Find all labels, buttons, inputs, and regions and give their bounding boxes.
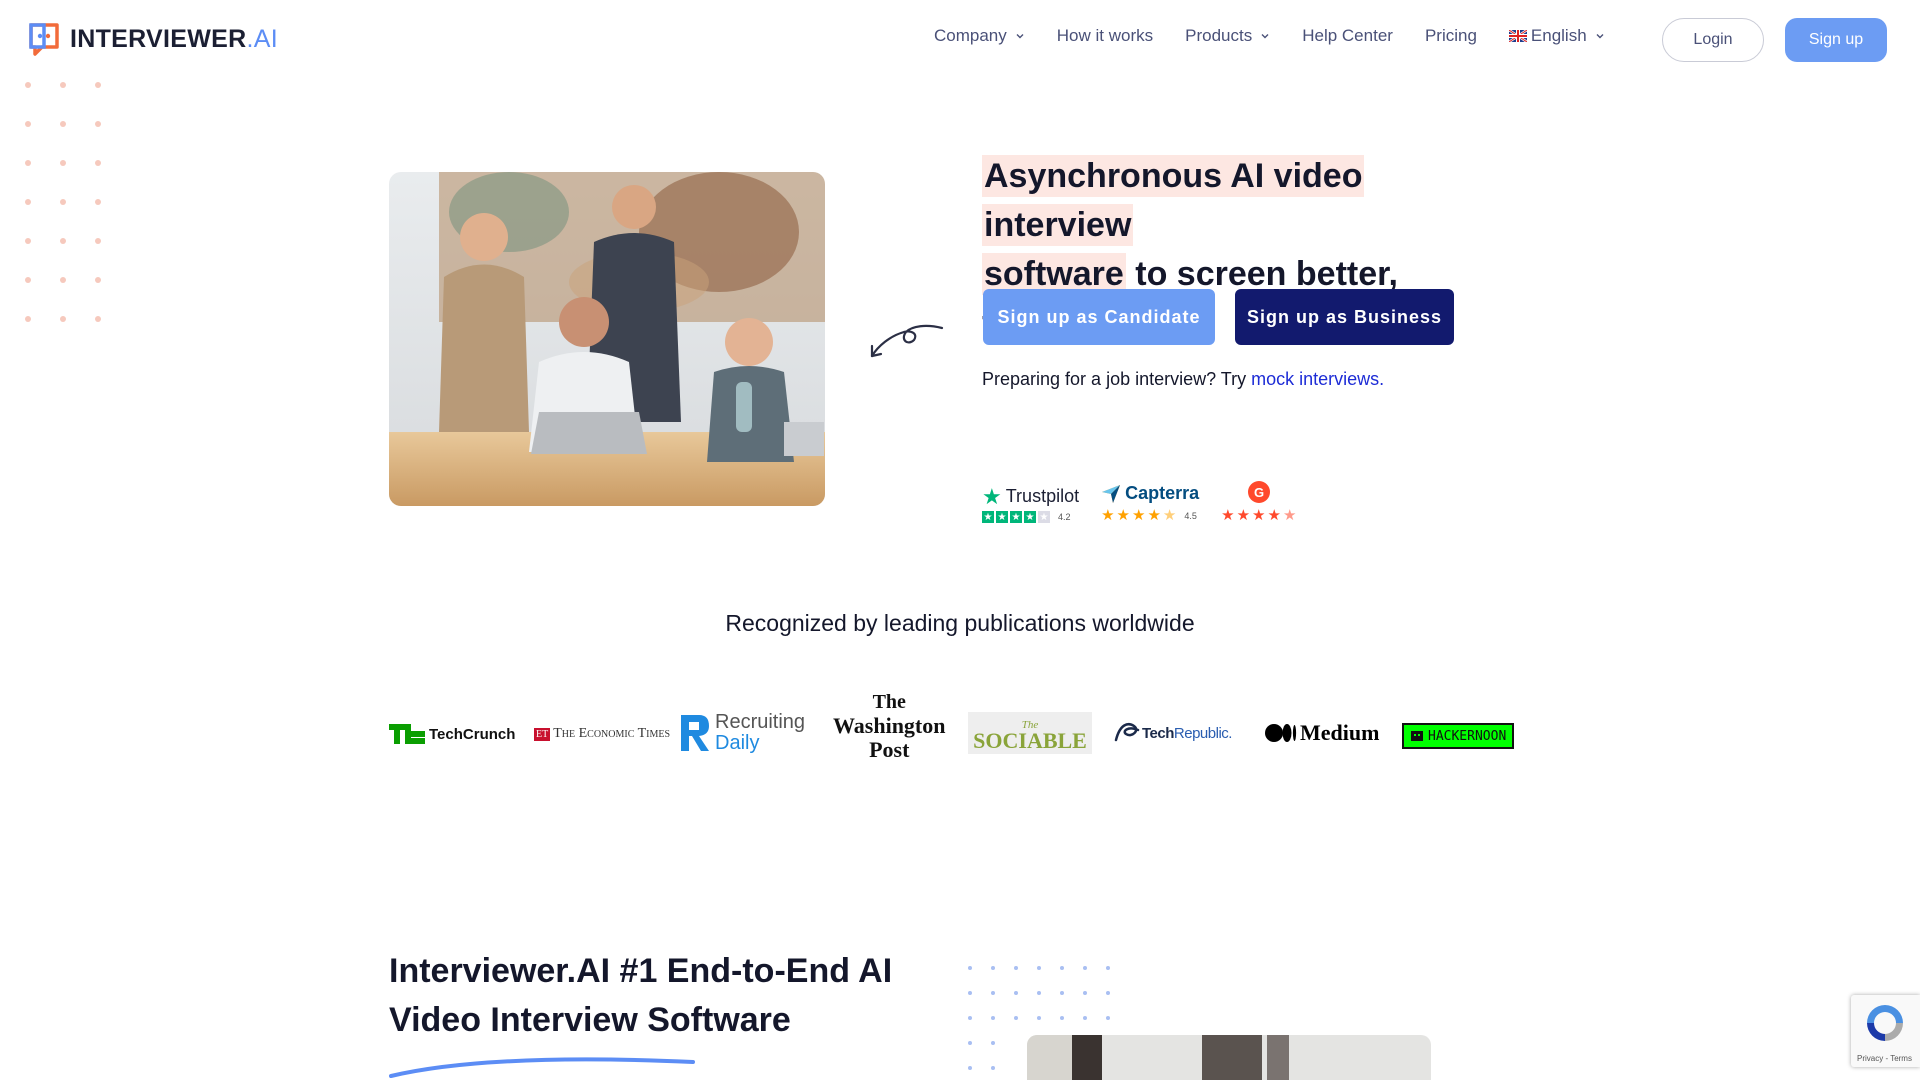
g2-logo-icon: G [1247, 481, 1270, 503]
capterra-arrow-icon [1102, 484, 1121, 503]
recruiting-daily-line2: Daily [715, 732, 760, 754]
sociable-line2: SOCIABLE [973, 728, 1087, 753]
signup-button[interactable]: Sign up [1785, 18, 1887, 62]
section2-photo [1027, 1035, 1431, 1080]
publications-heading: Recognized by leading publications world… [725, 610, 1195, 636]
recruiting-daily-logo[interactable]: Recruiting Daily [679, 712, 805, 754]
trustpilot-rating[interactable]: ★ Trustpilot ★ ★ ★ ★ ★ 4.2 [982, 486, 1079, 523]
capterra-score: 4.5 [1184, 510, 1197, 521]
techcrunch-mark-icon [389, 724, 425, 744]
nav-help-center-label: Help Center [1302, 26, 1393, 45]
trustpilot-score: 4.2 [1058, 512, 1071, 522]
washington-post-logo[interactable]: The Washington Post [833, 690, 946, 762]
uk-flag-icon [1508, 30, 1527, 42]
mock-interviews-link[interactable]: mock interviews. [1251, 369, 1384, 389]
arrow-doodle-icon [870, 324, 944, 358]
recaptcha-links[interactable]: Privacy - Terms [1857, 1054, 1912, 1063]
section2-photo-illustration [1027, 1035, 1431, 1080]
techrepublic-swirl-icon [1114, 723, 1140, 742]
mock-interview-prompt: Preparing for a job interview? Try mock … [982, 369, 1384, 390]
chevron-down-icon [1261, 34, 1269, 39]
svg-text:G: G [1254, 485, 1264, 500]
nav-products-label: Products [1185, 26, 1253, 45]
wapo-line2: Washington [833, 713, 946, 738]
section2-title: Interviewer.AI #1 End-to-End AI Video In… [389, 952, 893, 1039]
title-underline-swoosh [389, 1057, 695, 1078]
recruiting-daily-mark-icon [681, 715, 709, 751]
g2-rating[interactable]: G ★ ★ ★ ★ ★ [1221, 480, 1296, 523]
brand-name: INTERVIEWER.AI [70, 24, 278, 53]
medium-name: Medium [1300, 720, 1380, 745]
techrepublic-part2: Republic. [1173, 724, 1233, 742]
trustpilot-star-icon: ★ [982, 484, 1002, 509]
hackernoon-name: HACKERNOON [1428, 728, 1507, 744]
hackernoon-logo[interactable]: HACKERNOON [1402, 723, 1515, 749]
recaptcha-icon [1867, 1005, 1903, 1041]
chevron-down-icon [1016, 34, 1024, 39]
economic-times-logo[interactable]: ET The Economic Times [534, 726, 670, 742]
language-selector[interactable]: English [1508, 26, 1605, 46]
signup-business-button[interactable]: Sign up as Business [1235, 289, 1454, 345]
wapo-line1: The [872, 691, 906, 713]
economic-times-mark: ET [534, 727, 551, 741]
recruiting-daily-line1: Recruiting [715, 711, 806, 733]
the-sociable-logo[interactable]: The SOCIABLE [968, 712, 1092, 754]
trustpilot-stars: ★ ★ ★ ★ ★ 4.2 [982, 511, 1071, 523]
capterra-name: Capterra [1125, 483, 1200, 503]
recaptcha-badge[interactable]: Privacy - Terms [1851, 995, 1920, 1067]
nav-pricing[interactable]: Pricing [1425, 26, 1477, 46]
capterra-rating[interactable]: Capterra ★ ★ ★ ★ ★ 4.5 [1101, 483, 1199, 523]
capterra-stars: ★ ★ ★ ★ ★ 4.5 [1101, 507, 1197, 524]
nav-products[interactable]: Products [1185, 26, 1270, 46]
trustpilot-name: Trustpilot [1005, 486, 1080, 506]
nav-company[interactable]: Company [934, 26, 1025, 46]
language-label: English [1530, 26, 1587, 45]
economic-times-name: The Economic Times [553, 726, 671, 741]
brand-logo[interactable]: INTERVIEWER.AI [28, 22, 278, 56]
hero-team-photo [389, 172, 825, 506]
ratings-row: ★ Trustpilot ★ ★ ★ ★ ★ 4.2 Capterra ★ ★ ★ ★ ★ 4.… [982, 480, 1296, 523]
techcrunch-name: TechCrunch [429, 725, 516, 743]
nav-help-center[interactable]: Help Center [1302, 26, 1393, 46]
nav-company-label: Company [934, 26, 1007, 45]
medium-dots-icon [1265, 724, 1297, 742]
techcrunch-logo[interactable]: TechCrunch [389, 724, 515, 744]
mock-prefix: Preparing for a job interview? Try [982, 369, 1252, 389]
main-nav: Company How it works Products Help Cente… [934, 26, 1637, 46]
medium-logo[interactable]: Medium [1265, 720, 1379, 746]
wapo-line3: Post [869, 737, 910, 762]
g2-stars: ★ ★ ★ ★ ★ [1221, 507, 1297, 524]
nav-how-it-works-label: How it works [1056, 26, 1154, 45]
hackernoon-robot-icon [1411, 731, 1423, 741]
nav-how-it-works[interactable]: How it works [1057, 26, 1153, 46]
signup-candidate-button[interactable]: Sign up as Candidate [983, 289, 1215, 345]
techrepublic-logo[interactable]: Tech Republic. [1114, 720, 1232, 746]
techrepublic-part1: Tech [1142, 724, 1174, 742]
team-photo-illustration [389, 172, 825, 506]
logo-chat-icon [29, 23, 59, 56]
nav-pricing-label: Pricing [1424, 26, 1477, 45]
headline-highlight: Asynchronous AI video interview [982, 155, 1365, 246]
chevron-down-icon [1596, 34, 1604, 39]
login-button[interactable]: Login [1662, 18, 1764, 62]
decorative-dot-grid [25, 82, 105, 322]
publications-logos: TechCrunch ET The Economic Times Recruit… [389, 690, 1529, 784]
